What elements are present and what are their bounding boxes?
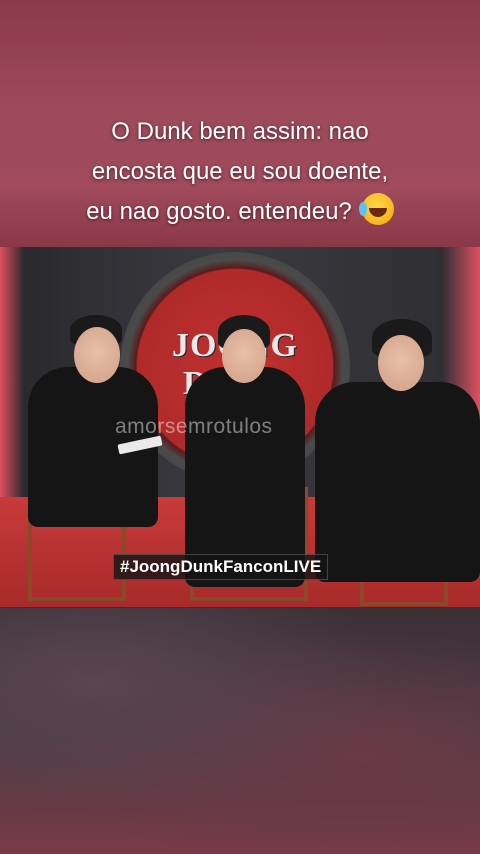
watermark-text: amorsemrotulos <box>115 415 273 438</box>
blurred-background-bottom <box>0 608 480 854</box>
hashtag-banner: #JoongDunkFanconLIVE <box>113 554 329 580</box>
caption-line-3: eu nao gosto. entendeu? <box>86 198 352 225</box>
caption-line-2: encosta que eu sou doente, <box>91 158 389 185</box>
caption-text: O Dunk bem assim: nao encosta que eu sou… <box>0 112 480 232</box>
caption-line-1: O Dunk bem assim: nao <box>111 118 369 145</box>
person-left-face <box>74 327 120 383</box>
person-right <box>315 382 480 582</box>
person-right-face <box>378 335 424 391</box>
video-frame[interactable]: JOONG DUNK amorsemrotulos #JoongDunkFanc… <box>0 247 480 607</box>
person-center-face <box>222 329 266 383</box>
laughing-emoji-icon <box>358 193 394 225</box>
